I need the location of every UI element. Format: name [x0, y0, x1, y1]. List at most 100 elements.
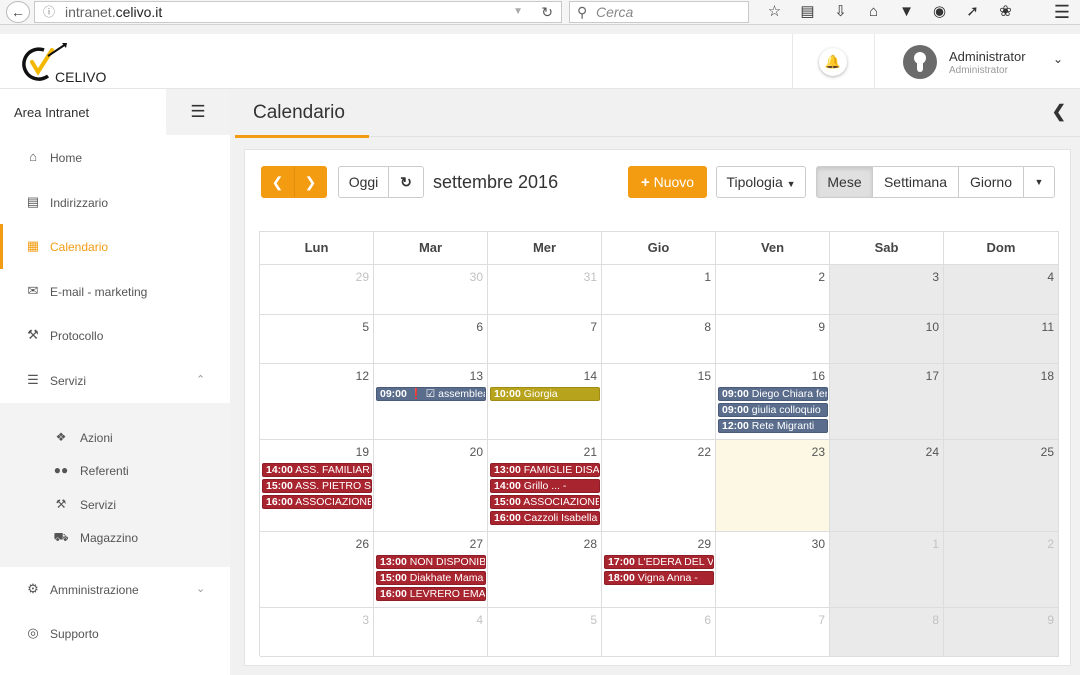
browser-search-input[interactable]: ⚲ Cerca	[569, 1, 749, 23]
sidebar-item-calendario[interactable]: ▦ Calendario	[0, 224, 230, 269]
info-icon[interactable]: ⓘ	[43, 2, 55, 22]
browser-menu-icon[interactable]: ☰	[1054, 2, 1070, 22]
day-cell[interactable]: 5	[488, 608, 602, 657]
calendar-event[interactable]: 13:00 FAMIGLIE DISAB	[490, 463, 600, 477]
user-name[interactable]: Administrator	[949, 49, 1026, 64]
celivo-logo[interactable]: CELIVO	[22, 42, 112, 84]
day-number[interactable]: 18	[1041, 369, 1054, 383]
day-number[interactable]: 15	[698, 369, 711, 383]
extension-icon[interactable]: ◉	[923, 2, 956, 22]
day-cell[interactable]: 10	[830, 315, 944, 364]
sidebar-subitem-servizi[interactable]: ⚒ Servizi	[0, 488, 230, 522]
day-cell[interactable]: 8	[830, 608, 944, 657]
prev-button[interactable]: ❮	[261, 166, 294, 198]
pocket-icon[interactable]: ▼	[890, 2, 923, 22]
day-number[interactable]: 29	[698, 537, 711, 551]
day-cell[interactable]: 2	[716, 265, 830, 315]
day-number[interactable]: 4	[476, 613, 483, 627]
sidebar-item-servizi[interactable]: ☰ Servizi ⌃	[0, 358, 230, 403]
calendar-event[interactable]: 16:00 Cazzoli Isabella	[490, 511, 600, 525]
back-arrow-icon[interactable]: ←	[6, 1, 30, 23]
day-number[interactable]: 31	[584, 270, 597, 284]
day-number[interactable]: 1	[932, 537, 939, 551]
day-number[interactable]: 14	[584, 369, 597, 383]
home-browser-icon[interactable]: ⌂	[857, 2, 890, 22]
day-number[interactable]: 7	[590, 320, 597, 334]
day-number[interactable]: 2	[1047, 537, 1054, 551]
day-number[interactable]: 4	[1047, 270, 1054, 284]
calendar-event[interactable]: 17:00 L'EDERA DEL VC	[604, 555, 714, 569]
day-cell[interactable]: 26	[260, 532, 374, 608]
sidebar-subitem-magazzino[interactable]: ⛟ Magazzino	[0, 521, 230, 555]
day-cell[interactable]: 12	[260, 364, 374, 440]
day-cell[interactable]: 3	[830, 265, 944, 315]
day-cell[interactable]: 17	[830, 364, 944, 440]
calendar-event[interactable]: 15:00 ASSOCIAZIONE I	[490, 495, 600, 509]
day-number[interactable]: 7	[818, 613, 825, 627]
day-number[interactable]: 1	[704, 270, 711, 284]
day-number[interactable]: 28	[584, 537, 597, 551]
day-number[interactable]: 19	[356, 445, 369, 459]
day-number[interactable]: 30	[470, 270, 483, 284]
day-cell[interactable]: 7	[488, 315, 602, 364]
calendar-event[interactable]: 13:00 NON DISPONIBI	[376, 555, 486, 569]
next-button[interactable]: ❯	[294, 166, 327, 198]
day-number[interactable]: 26	[356, 537, 369, 551]
calendar-event[interactable]: 10:00 Giorgia	[490, 387, 600, 401]
day-number[interactable]: 9	[1047, 613, 1054, 627]
day-cell[interactable]: 2	[944, 532, 1059, 608]
sidebar-item-indirizzario[interactable]: ▤ Indirizzario	[0, 180, 230, 225]
day-cell[interactable]: 7	[716, 608, 830, 657]
calendar-event[interactable]: 09:00 Diego Chiara fer	[718, 387, 828, 401]
day-cell[interactable]: 1	[602, 265, 716, 315]
addon-icon[interactable]: ❀	[989, 2, 1022, 22]
tipologia-dropdown[interactable]: Tipologia ▼	[716, 166, 806, 198]
calendar-event[interactable]: 09:00 giulia colloquio	[718, 403, 828, 417]
view-month-button[interactable]: Mese	[816, 166, 873, 198]
day-number[interactable]: 9	[818, 320, 825, 334]
day-number[interactable]: 27	[470, 537, 483, 551]
sidebar-item-amministrazione[interactable]: ⚙ Amministrazione ⌄	[0, 567, 230, 612]
day-cell[interactable]: 29	[260, 265, 374, 315]
day-number[interactable]: 20	[470, 445, 483, 459]
day-number[interactable]: 2	[818, 270, 825, 284]
day-cell[interactable]: 8	[602, 315, 716, 364]
sidebar-subitem-referenti[interactable]: ●● Referenti	[0, 454, 230, 488]
today-button[interactable]: Oggi	[338, 166, 389, 198]
new-event-button[interactable]: + Nuovo	[628, 166, 707, 198]
day-cell[interactable]: 9	[944, 608, 1059, 657]
day-number[interactable]: 8	[932, 613, 939, 627]
day-number[interactable]: 10	[926, 320, 939, 334]
day-cell[interactable]: 24	[830, 440, 944, 532]
day-cell[interactable]: 4	[374, 608, 488, 657]
sidebar-item-protocollo[interactable]: ⚒ Protocollo	[0, 313, 230, 358]
day-number[interactable]: 8	[704, 320, 711, 334]
day-cell[interactable]: 18	[944, 364, 1059, 440]
chevron-down-icon[interactable]: ⌄	[1053, 52, 1063, 66]
day-cell[interactable]: 13	[374, 364, 488, 440]
calendar-event[interactable]: 15:00 Diakhate Mama	[376, 571, 486, 585]
avatar[interactable]	[903, 45, 937, 79]
day-number[interactable]: 5	[362, 320, 369, 334]
calendar-event[interactable]: 18:00 Vigna Anna -	[604, 571, 714, 585]
calendar-event[interactable]: 15:00 ASS. PIETRO SA	[262, 479, 372, 493]
reload-icon[interactable]: ↻	[541, 2, 553, 22]
sidebar-item-email-marketing[interactable]: ✉ E-mail - marketing	[0, 269, 230, 314]
bookmark-star-icon[interactable]: ☆	[758, 2, 791, 22]
calendar-event[interactable]: 14:00 ASS. FAMILIARI (	[262, 463, 372, 477]
day-cell[interactable]: 29	[602, 532, 716, 608]
day-cell[interactable]: 31	[488, 265, 602, 315]
day-number[interactable]: 17	[926, 369, 939, 383]
day-number[interactable]: 29	[356, 270, 369, 284]
pin-icon[interactable]: ➚	[956, 2, 989, 22]
download-icon[interactable]: ⇩	[824, 2, 857, 22]
refresh-icon[interactable]: ↻	[388, 166, 424, 198]
day-number[interactable]: 24	[926, 445, 939, 459]
calendar-event[interactable]: 16:00 LEVRERO EMAN	[376, 587, 486, 601]
calendar-event[interactable]: 16:00 ASSOCIAZIONE (	[262, 495, 372, 509]
day-cell[interactable]: 23	[716, 440, 830, 532]
day-number[interactable]: 30	[812, 537, 825, 551]
url-bar[interactable]: ⓘ intranet.celivo.it ▼ ↻	[34, 1, 562, 23]
day-number[interactable]: 21	[584, 445, 597, 459]
view-day-button[interactable]: Giorno	[958, 166, 1024, 198]
